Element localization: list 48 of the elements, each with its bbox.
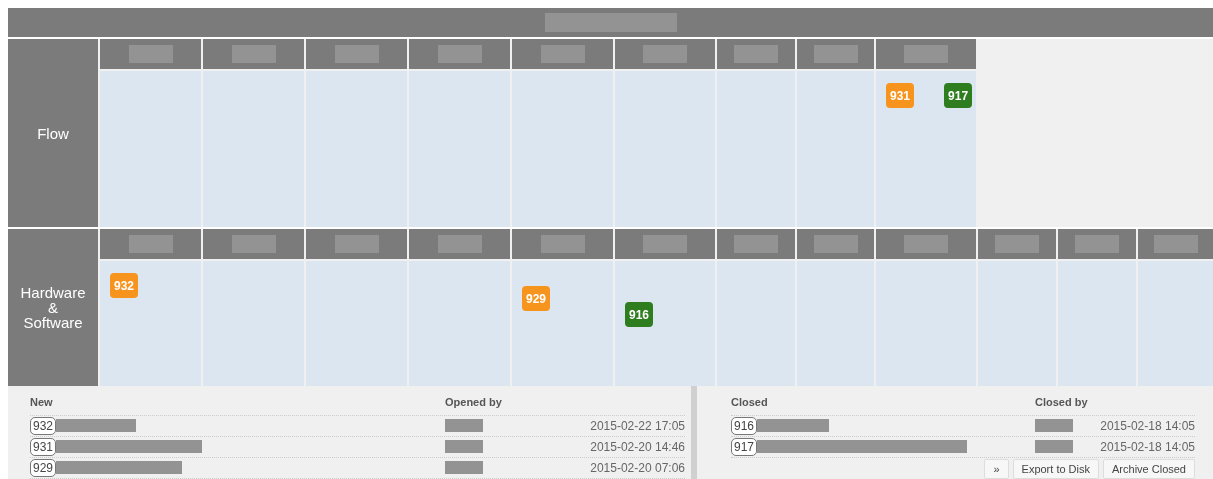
toolbar-button[interactable]: Archive Closed bbox=[1103, 459, 1195, 479]
date-text: 2015-02-18 14:05 bbox=[1100, 418, 1195, 435]
redaction-bar bbox=[734, 45, 778, 64]
redaction-bar bbox=[128, 45, 173, 64]
redaction-bar bbox=[1035, 419, 1073, 433]
redaction-bar bbox=[734, 235, 778, 254]
ticket-number[interactable]: 916 bbox=[731, 417, 758, 435]
redaction-bar bbox=[128, 235, 173, 254]
redaction-bar bbox=[334, 235, 379, 254]
redaction-bar bbox=[540, 235, 585, 254]
redaction-bar bbox=[904, 45, 948, 64]
redaction-bar bbox=[437, 45, 482, 64]
redaction-bar bbox=[1035, 440, 1073, 454]
toolbar-button[interactable]: Export to Disk bbox=[1012, 459, 1099, 479]
redaction-bar bbox=[1153, 235, 1198, 254]
date-text: 2015-02-18 14:05 bbox=[1100, 439, 1195, 456]
redaction-bar bbox=[231, 235, 276, 254]
ticket-card[interactable]: 917 bbox=[944, 83, 973, 109]
lane-name: Hardware & Software bbox=[20, 285, 86, 331]
column-heading: Opened by bbox=[445, 395, 503, 411]
redaction-bar bbox=[437, 235, 482, 254]
redaction-bar bbox=[445, 440, 483, 454]
redaction-bar bbox=[813, 235, 858, 254]
redaction-bar bbox=[231, 45, 276, 64]
ticket-number[interactable]: 929 bbox=[30, 459, 57, 477]
ticket-number[interactable]: 931 bbox=[30, 438, 57, 456]
scrollbar[interactable] bbox=[691, 386, 697, 479]
column-heading: Closed by bbox=[1035, 395, 1089, 411]
redaction-bar bbox=[643, 235, 687, 254]
redaction-bar bbox=[1075, 235, 1119, 254]
redaction-bar bbox=[540, 45, 585, 64]
ticket-number[interactable]: 917 bbox=[731, 438, 758, 456]
date-text: 2015-02-20 14:46 bbox=[590, 439, 685, 456]
redaction-bar bbox=[813, 45, 858, 64]
redaction-bar bbox=[445, 461, 483, 475]
toolbar-button[interactable]: » bbox=[984, 459, 1009, 479]
column-heading: New bbox=[30, 395, 54, 411]
lane-name: Flow bbox=[37, 125, 69, 141]
date-text: 2015-02-20 07:06 bbox=[590, 460, 685, 477]
redaction-bar bbox=[904, 235, 948, 254]
date-text: 2015-02-22 17:05 bbox=[590, 418, 685, 435]
redaction-bar bbox=[334, 45, 379, 64]
redaction-bar bbox=[445, 419, 483, 433]
ticket-number[interactable]: 932 bbox=[30, 417, 57, 435]
column-heading: Closed bbox=[731, 395, 769, 411]
redaction-bar bbox=[643, 45, 687, 64]
redaction-bar bbox=[995, 235, 1039, 254]
ticket-card[interactable]: 916 bbox=[625, 302, 654, 328]
